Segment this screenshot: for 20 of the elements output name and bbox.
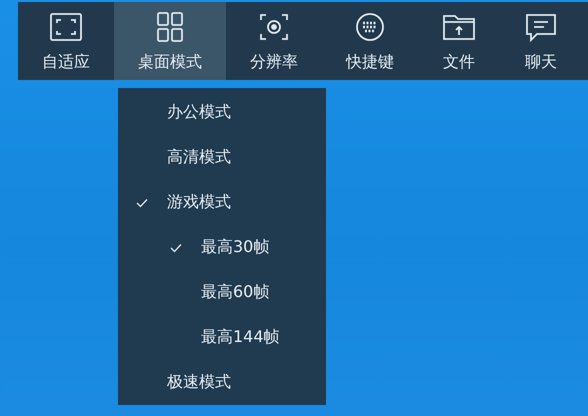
toolbar-button[interactable]: 分辨率 — [226, 2, 322, 80]
menu-item[interactable]: 最高60帧 — [118, 270, 326, 315]
chat-icon — [524, 12, 558, 42]
toolbar-button[interactable]: 聊天 — [500, 2, 582, 80]
menu-item[interactable]: 高清模式 — [118, 135, 326, 180]
menu-item[interactable]: 最高144帧 — [118, 315, 326, 360]
menu-item[interactable]: 极速模式 — [118, 360, 326, 405]
menu-item[interactable]: 最高30帧 — [118, 225, 326, 270]
keyboard-icon — [353, 12, 387, 42]
menu-item[interactable]: 办公模式 — [118, 90, 326, 135]
menu-item[interactable]: 游戏模式 — [118, 180, 326, 225]
check-icon — [170, 242, 182, 252]
toolbar-button[interactable]: 快捷键 — [322, 2, 418, 80]
toolbar-button[interactable]: 桌面模式 — [114, 2, 226, 80]
check-icon — [136, 198, 148, 208]
toolbar-button[interactable]: 自适应 — [18, 2, 114, 80]
folder-upload-icon — [442, 12, 476, 42]
toolbar-button[interactable]: 文件 — [418, 2, 500, 80]
fullscreen-icon — [49, 12, 83, 42]
target-icon — [257, 12, 291, 42]
